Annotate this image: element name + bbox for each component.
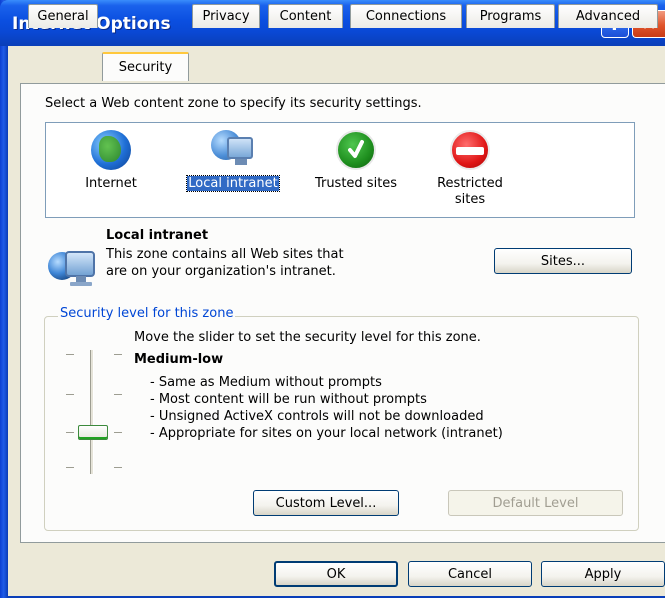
security-level-description: - Same as Medium without prompts - Most … bbox=[150, 374, 503, 442]
slider-tick bbox=[66, 354, 74, 355]
slider-tick bbox=[114, 467, 122, 468]
custom-level-label: Custom Level... bbox=[275, 495, 377, 511]
sites-button-label: Sites... bbox=[540, 253, 586, 269]
security-slider-thumb[interactable] bbox=[78, 425, 108, 440]
zone-label: Internet bbox=[85, 176, 137, 191]
description-bullet: - Most content will be run without promp… bbox=[150, 392, 427, 407]
window-frame bbox=[0, 0, 8, 598]
cancel-label: Cancel bbox=[447, 566, 493, 582]
tab-general[interactable]: General bbox=[28, 4, 98, 28]
cancel-button[interactable]: Cancel bbox=[408, 561, 532, 587]
globe-icon bbox=[91, 130, 131, 170]
zone-label: Trusted sites bbox=[314, 176, 398, 191]
slider-tick bbox=[114, 432, 122, 433]
internet-options-window: Internet Options ? ✕ General Security Pr… bbox=[0, 0, 665, 598]
description-bullet: - Appropriate for sites on your local ne… bbox=[150, 426, 503, 441]
slider-hint: Move the slider to set the security leve… bbox=[134, 330, 481, 345]
slider-tick bbox=[66, 432, 74, 433]
security-slider-track[interactable] bbox=[90, 350, 94, 474]
zone-title: Local intranet bbox=[106, 228, 209, 243]
tab-programs[interactable]: Programs bbox=[466, 4, 555, 28]
zone-label: Local intranet bbox=[186, 175, 280, 192]
monitor-icon bbox=[227, 137, 253, 165]
tab-label: Security bbox=[118, 60, 173, 75]
zone-description-line-2: are on your organization's intranet. bbox=[106, 264, 336, 279]
tab-label: Connections bbox=[365, 9, 447, 24]
ok-label: OK bbox=[326, 566, 346, 582]
zone-internet[interactable]: Internet bbox=[66, 123, 156, 213]
security-level-name: Medium-low bbox=[134, 352, 224, 367]
zone-trusted-sites[interactable]: Trusted sites bbox=[304, 123, 408, 213]
apply-label: Apply bbox=[584, 566, 622, 582]
slider-tick bbox=[114, 354, 122, 355]
tab-label: Programs bbox=[479, 9, 542, 24]
default-level-button: Default Level bbox=[448, 490, 623, 516]
security-level-label: Security level for this zone bbox=[58, 306, 236, 321]
sites-button[interactable]: Sites... bbox=[494, 248, 632, 274]
tab-label: Content bbox=[279, 9, 332, 24]
tab-content[interactable]: Content bbox=[268, 4, 343, 28]
slider-tick bbox=[66, 467, 74, 468]
zone-local-intranet[interactable]: Local intranet bbox=[174, 123, 292, 213]
zone-prompt: Select a Web content zone to specify its… bbox=[45, 96, 422, 111]
tab-label: Advanced bbox=[575, 9, 641, 24]
zone-description-line-1: This zone contains all Web sites that bbox=[106, 247, 344, 262]
zone-label: Restricted sites bbox=[437, 176, 503, 207]
ok-button[interactable]: OK bbox=[274, 561, 398, 587]
tab-advanced[interactable]: Advanced bbox=[558, 4, 658, 28]
zone-restricted-sites[interactable]: Restricted sites bbox=[422, 123, 518, 213]
tab-label: General bbox=[37, 9, 89, 24]
tab-connections[interactable]: Connections bbox=[350, 4, 462, 28]
description-bullet: - Same as Medium without prompts bbox=[150, 375, 382, 390]
tab-label: Privacy bbox=[202, 9, 250, 24]
slider-tick bbox=[114, 394, 122, 395]
zone-list[interactable]: Internet Local intranet Trusted sites Re… bbox=[45, 122, 635, 218]
local-intranet-large-icon bbox=[48, 251, 95, 286]
description-bullet: - Unsigned ActiveX controls will not be … bbox=[150, 409, 484, 424]
default-level-label: Default Level bbox=[492, 495, 579, 511]
apply-button[interactable]: Apply bbox=[541, 561, 665, 587]
custom-level-button[interactable]: Custom Level... bbox=[253, 490, 399, 516]
tab-privacy[interactable]: Privacy bbox=[192, 4, 260, 28]
no-entry-bar bbox=[456, 147, 484, 155]
checkmark-glyph bbox=[348, 140, 364, 158]
slider-tick bbox=[66, 394, 74, 395]
tab-security[interactable]: Security bbox=[102, 52, 189, 81]
